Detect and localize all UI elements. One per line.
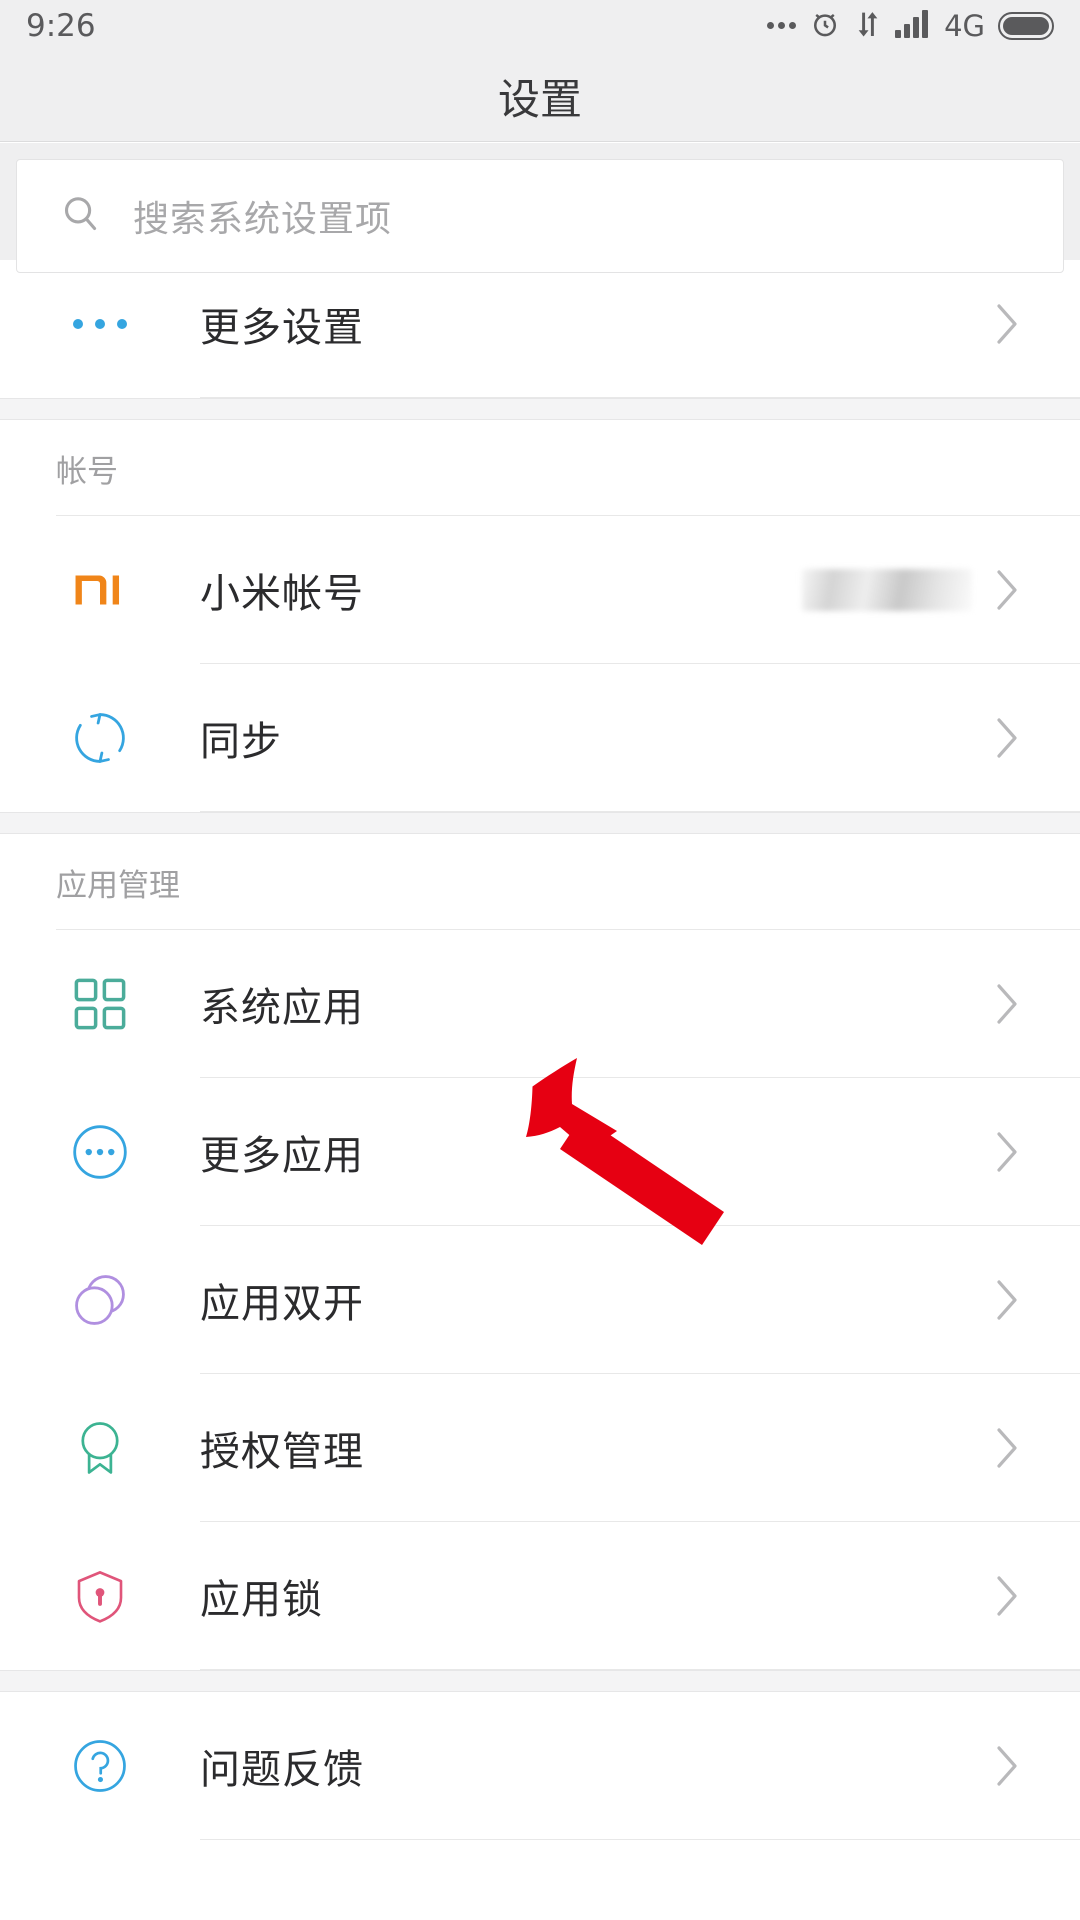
data-transfer-icon (854, 8, 882, 45)
settings-row-label: 应用双开 (200, 1282, 364, 1326)
settings-row-label: 更多设置 (200, 306, 364, 350)
battery-icon (998, 12, 1054, 40)
search-zone: 搜索系统设置项 (0, 143, 1080, 273)
settings-list[interactable]: MIUI实验室更多设置帐号小米帐号同步应用管理系统应用更多应用应用双开授权管理应… (0, 143, 1080, 1920)
section-header-app-management: 应用管理 (0, 834, 1080, 930)
sync-icon (0, 708, 200, 768)
settings-row-more-apps[interactable]: 更多应用 (0, 1078, 1080, 1226)
chevron-right-icon (994, 302, 1080, 346)
section-header-label: 帐号 (56, 453, 118, 489)
chevron-right-icon (994, 1130, 1080, 1174)
settings-row-label: 系统应用 (200, 986, 364, 1030)
settings-row-value-redacted (802, 569, 972, 611)
settings-row-label: 小米帐号 (200, 572, 364, 616)
settings-row-label: 问题反馈 (200, 1748, 364, 1792)
chevron-right-icon (994, 716, 1080, 760)
settings-row-dual-apps[interactable]: 应用双开 (0, 1226, 1080, 1374)
more-dots-icon (767, 21, 797, 29)
settings-row-label: 更多应用 (200, 1134, 364, 1178)
search-icon (59, 192, 103, 241)
chevron-right-icon (994, 1278, 1080, 1322)
group-separator (0, 398, 1080, 420)
settings-row-feedback[interactable]: 问题反馈 (0, 1692, 1080, 1840)
settings-row-authorization[interactable]: 授权管理 (0, 1374, 1080, 1522)
mi-logo-icon (0, 561, 200, 619)
settings-row-label: 应用锁 (200, 1578, 323, 1622)
grid-apps-icon (0, 976, 200, 1032)
page-title: 设置 (497, 76, 582, 123)
settings-row-sync[interactable]: 同步 (0, 664, 1080, 812)
status-bar: 9:26 4G (0, 0, 1080, 52)
section-header-accounts: 帐号 (0, 420, 1080, 516)
settings-list-inner: MIUI实验室更多设置帐号小米帐号同步应用管理系统应用更多应用应用双开授权管理应… (0, 143, 1080, 1840)
settings-row-label: 同步 (200, 720, 282, 764)
section-header-label: 应用管理 (56, 867, 180, 903)
alarm-clock-icon (809, 8, 841, 45)
status-time: 9:26 (26, 8, 96, 44)
chevron-right-icon (994, 1744, 1080, 1788)
signal-bars-icon (895, 9, 931, 44)
group-separator (0, 1670, 1080, 1692)
chevron-right-icon (994, 982, 1080, 1026)
chevron-right-icon (994, 1574, 1080, 1618)
dual-circles-icon (0, 1270, 200, 1330)
settings-row-system-apps[interactable]: 系统应用 (0, 930, 1080, 1078)
badge-ribbon-icon (0, 1419, 200, 1477)
question-circle-icon (0, 1737, 200, 1795)
settings-row-label: 授权管理 (200, 1430, 364, 1474)
group-separator (0, 812, 1080, 834)
network-type-label: 4G (944, 8, 985, 43)
shield-lock-icon (0, 1568, 200, 1624)
app-header: 设置 (0, 52, 1080, 142)
chevron-right-icon (994, 568, 1080, 612)
search-placeholder: 搜索系统设置项 (133, 198, 393, 239)
more-dots-icon (0, 314, 200, 334)
settings-row-app-lock[interactable]: 应用锁 (0, 1522, 1080, 1670)
chevron-right-icon (994, 1426, 1080, 1470)
settings-row-mi-account[interactable]: 小米帐号 (0, 516, 1080, 664)
status-icons: 4G (767, 8, 1054, 45)
search-input[interactable]: 搜索系统设置项 (16, 159, 1064, 273)
circle-dots-icon (0, 1122, 200, 1182)
